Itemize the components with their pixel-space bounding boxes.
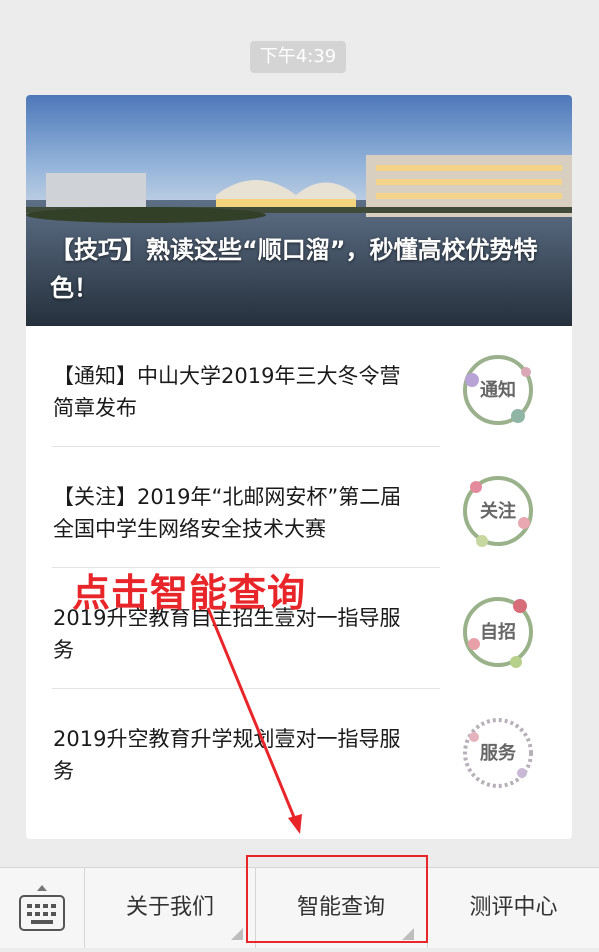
submenu-indicator-icon	[231, 928, 243, 940]
list-item-title[interactable]: 【关注】2019年“北邮网安杯”第二届全国中学生网络安全技术大赛	[53, 481, 415, 545]
annotation-text: 点击智能查询	[72, 571, 307, 615]
wreath-thumbnail: 通知	[458, 350, 538, 430]
wreath-thumbnail: 自招	[458, 592, 538, 672]
list-item-title[interactable]: 【通知】中山大学2019年三大冬令营简章发布	[53, 360, 415, 424]
list-item[interactable]: 2019升空教育升学规划壹对一指导服务 服务	[26, 689, 572, 810]
menu-assessment-center[interactable]: 测评中心	[428, 868, 599, 948]
hero-article[interactable]: 【技巧】熟读这些“顺口溜”，秒懂高校优势特色！	[26, 95, 572, 326]
article-card: 【技巧】熟读这些“顺口溜”，秒懂高校优势特色！ 【通知】中山大学2019年三大冬…	[26, 95, 572, 839]
menu-about-us[interactable]: 关于我们	[85, 868, 255, 948]
hero-title[interactable]: 【技巧】熟读这些“顺口溜”，秒懂高校优势特色！	[50, 231, 560, 307]
list-item[interactable]: 【通知】中山大学2019年三大冬令营简章发布 通知	[26, 326, 572, 447]
keyboard-toggle-button[interactable]	[0, 868, 85, 948]
keyboard-icon	[19, 885, 65, 931]
thumbnail-label: 关注	[480, 501, 516, 522]
list-item-title[interactable]: 2019升空教育升学规划壹对一指导服务	[53, 723, 415, 787]
message-timestamp: 下午4:39	[250, 41, 346, 73]
wreath-thumbnail: 服务	[458, 713, 538, 793]
thumbnail-label: 自招	[480, 622, 516, 643]
list-item[interactable]: 【关注】2019年“北邮网安杯”第二届全国中学生网络安全技术大赛 关注	[26, 447, 572, 568]
thumbnail-label: 服务	[480, 743, 516, 764]
wreath-thumbnail: 关注	[458, 471, 538, 551]
annotation-highlight-box	[246, 855, 428, 943]
thumbnail-label: 通知	[480, 380, 516, 401]
